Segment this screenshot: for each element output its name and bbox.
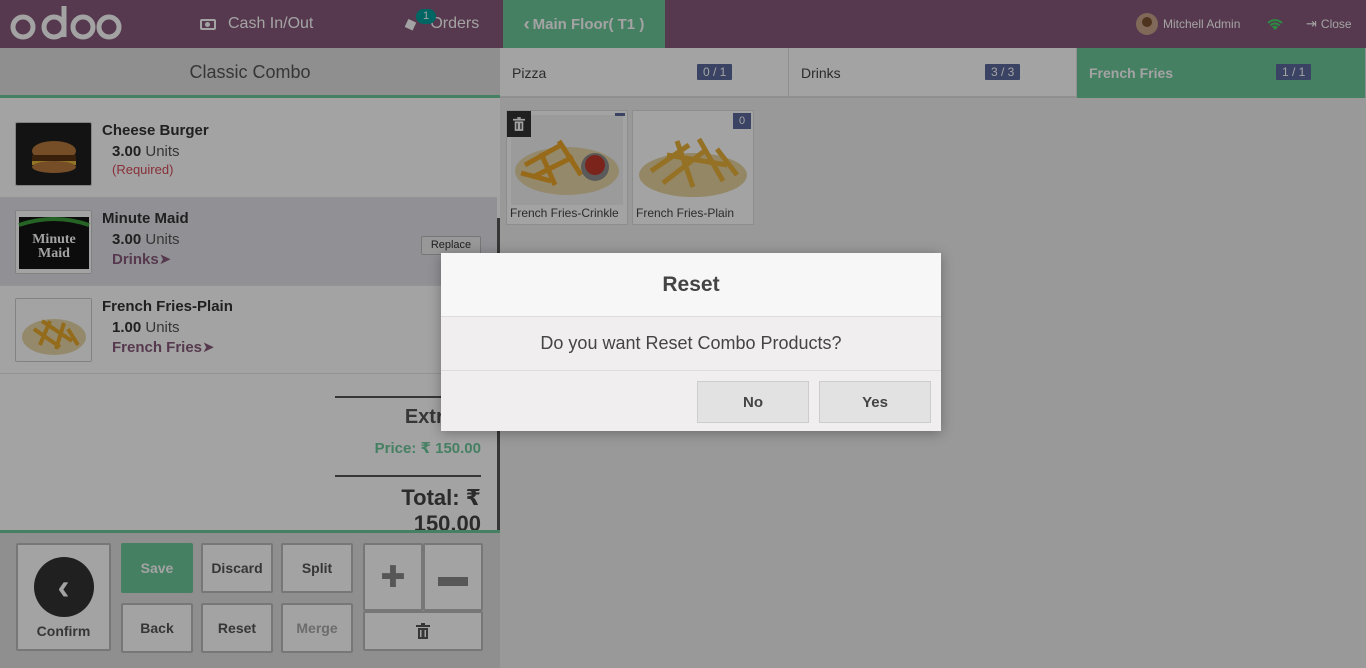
dialog-title: Reset <box>441 253 941 317</box>
reset-dialog: Reset Do you want Reset Combo Products? … <box>441 253 941 431</box>
dialog-message: Do you want Reset Combo Products? <box>441 317 941 371</box>
yes-button[interactable]: Yes <box>819 381 931 423</box>
no-button[interactable]: No <box>697 381 809 423</box>
